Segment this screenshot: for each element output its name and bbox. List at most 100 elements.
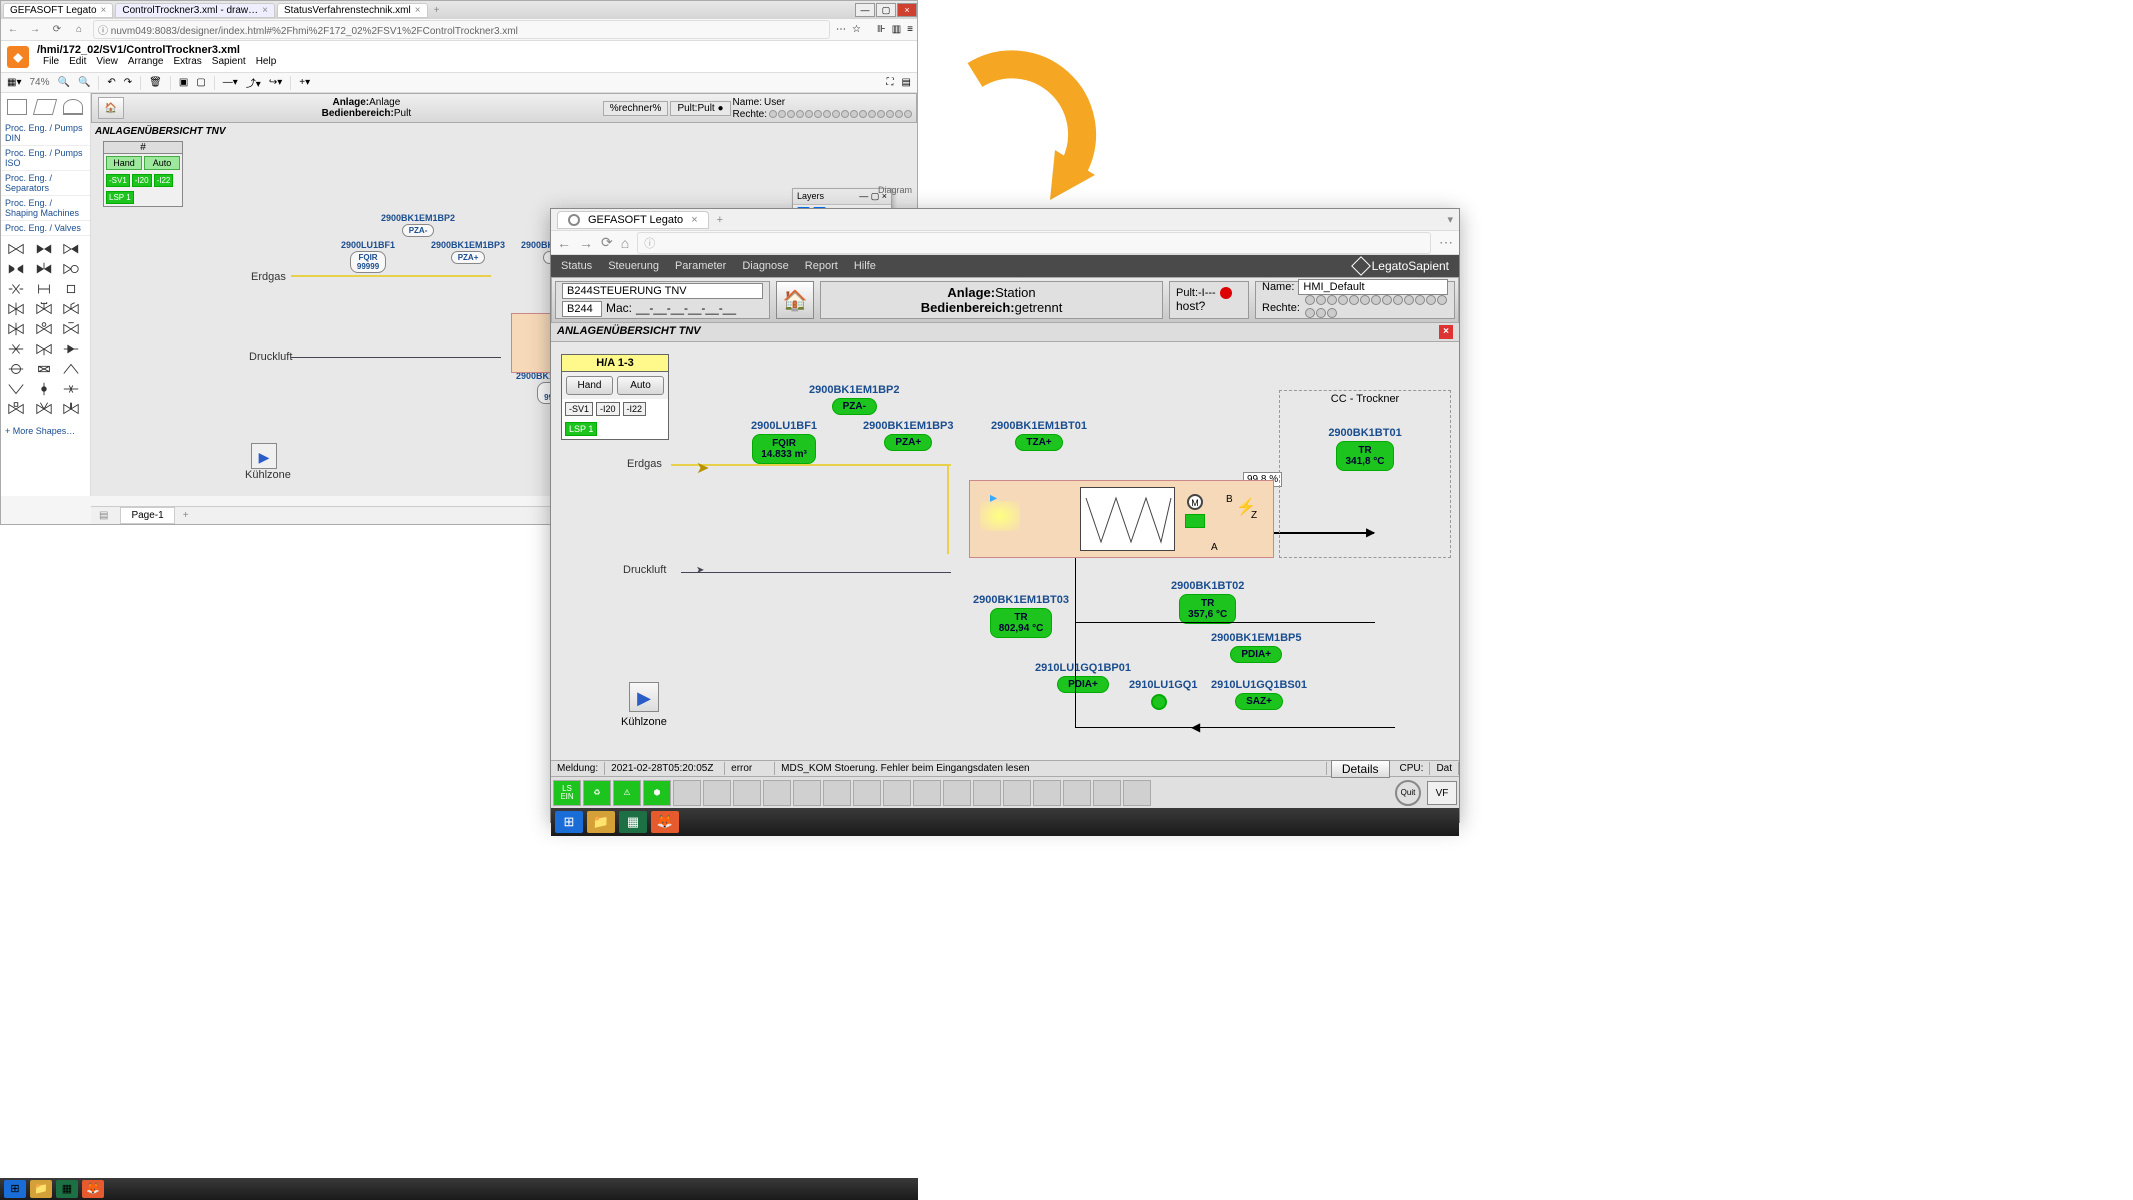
valve-icon[interactable] <box>33 320 55 338</box>
menu-help[interactable]: Help <box>256 56 277 70</box>
heat-exchanger[interactable]: ▸ <box>969 480 1274 558</box>
stencil-cat[interactable]: Proc. Eng. / Pumps DIN <box>1 121 90 146</box>
back-icon[interactable]: ▢ <box>196 77 205 88</box>
fullscreen-icon[interactable]: ⛶ <box>887 77 894 88</box>
shape-icon[interactable] <box>7 99 27 115</box>
menu-extras[interactable]: Extras <box>173 56 201 70</box>
tag-sv1[interactable]: -SV1 <box>106 174 130 187</box>
menu-diagnose[interactable]: Diagnose <box>742 260 788 272</box>
menu-steuerung[interactable]: Steuerung <box>608 260 659 272</box>
menu-edit[interactable]: Edit <box>69 56 86 70</box>
vf-icon[interactable]: VF <box>1427 781 1457 805</box>
valve-icon[interactable] <box>5 360 27 378</box>
valve-icon[interactable] <box>60 240 82 258</box>
front-icon[interactable]: ▣ <box>179 77 188 88</box>
close-icon[interactable]: × <box>262 5 268 16</box>
library-icon[interactable]: ⊪ <box>877 24 886 35</box>
tag-bp3[interactable]: 2900BK1EM1BP3PZA+ <box>863 420 954 451</box>
save-icon[interactable]: ▦▾ <box>7 77 21 88</box>
footer-slot[interactable] <box>1003 780 1031 806</box>
warning-icon[interactable]: ⚠ <box>613 780 641 806</box>
forward-icon[interactable]: → <box>27 22 43 38</box>
menu-arrange[interactable]: Arrange <box>128 56 164 70</box>
footer-slot[interactable] <box>1063 780 1091 806</box>
valve-icon[interactable] <box>33 240 55 258</box>
footer-slot[interactable] <box>973 780 1001 806</box>
footer-slot[interactable] <box>913 780 941 806</box>
home-icon[interactable]: ⌂ <box>621 235 629 251</box>
page-tab[interactable]: Page-1 <box>120 507 174 524</box>
zoom-out-icon[interactable]: 🔍 <box>57 77 69 88</box>
new-tab-button[interactable]: + <box>717 214 723 226</box>
valve-icon[interactable] <box>60 380 82 398</box>
star-icon[interactable]: ☆ <box>852 24 861 35</box>
valve-icon[interactable] <box>5 260 27 278</box>
menu-sapient[interactable]: Sapient <box>212 56 246 70</box>
zoom-value[interactable]: 74% <box>29 77 49 88</box>
menu-view[interactable]: View <box>96 56 118 70</box>
tag-bt03[interactable]: 2900BK1EM1BT03TR802,94 °C <box>973 594 1069 638</box>
hand-button[interactable]: Hand <box>566 376 613 395</box>
valve-icon[interactable] <box>33 360 55 378</box>
home-button[interactable]: 🏠 <box>776 281 814 319</box>
excel-icon[interactable]: ▦ <box>56 1180 78 1198</box>
sidebar-icon[interactable]: ▥ <box>892 24 901 35</box>
start-icon[interactable]: ⊞ <box>4 1180 26 1198</box>
footer-slot[interactable] <box>883 780 911 806</box>
tag-bp2[interactable]: 2900BK1EM1BP2PZA- <box>809 384 900 415</box>
play-button[interactable]: ▶ <box>251 443 277 469</box>
valve-icon[interactable] <box>5 240 27 258</box>
format-icon[interactable]: ▤ <box>902 77 911 88</box>
tag-gq1[interactable]: 2910LU1GQ1 <box>1129 679 1197 691</box>
footer-slot[interactable] <box>943 780 971 806</box>
menu-parameter[interactable]: Parameter <box>675 260 726 272</box>
stencil-cat[interactable]: Proc. Eng. / Shaping Machines <box>1 196 90 221</box>
footer-slot[interactable] <box>823 780 851 806</box>
tag-i20[interactable]: -I20 <box>596 402 620 416</box>
url-input[interactable]: ⓘ <box>637 232 1431 254</box>
line-icon[interactable]: —▾ <box>223 77 238 88</box>
tag-bf1[interactable]: 2900LU1BF1FQIR14.833 m³ <box>751 420 817 464</box>
valve-icon[interactable] <box>33 260 55 278</box>
valve-icon[interactable] <box>60 340 82 358</box>
tag-gq1bp01[interactable]: 2910LU1GQ1BP01PDIA+ <box>1035 662 1131 693</box>
close-button[interactable]: × <box>897 3 917 17</box>
reload-icon[interactable]: ⟳ <box>601 234 613 251</box>
explorer-icon[interactable]: 📁 <box>30 1180 52 1198</box>
footer-slot[interactable] <box>763 780 791 806</box>
valve-icon[interactable] <box>60 320 82 338</box>
tag-bp5[interactable]: 2900BK1EM1BP5PDIA+ <box>1211 632 1302 663</box>
valve-icon[interactable] <box>33 380 55 398</box>
zoom-in-icon[interactable]: 🔍 <box>78 77 90 88</box>
new-tab-button[interactable]: + <box>434 5 440 16</box>
browser-tab-1[interactable]: GEFASOFT Legato× <box>3 3 113 18</box>
menu-report[interactable]: Report <box>805 260 838 272</box>
add-page-icon[interactable]: + <box>175 510 197 521</box>
motor-assembly[interactable]: M <box>1187 494 1203 510</box>
tag-bs01[interactable]: 2910LU1GQ1BS01SAZ+ <box>1211 679 1307 710</box>
valve-icon[interactable] <box>60 260 82 278</box>
valve-icon[interactable] <box>60 300 82 318</box>
diagram-tab[interactable]: Diagram <box>878 185 912 195</box>
menu-icon[interactable]: ≡ <box>907 24 913 35</box>
maximize-button[interactable]: ▢ <box>876 3 896 17</box>
hand-button[interactable]: Hand <box>106 156 142 170</box>
tag-bp2[interactable]: 2900BK1EM1BP2PZA- <box>381 213 455 237</box>
tab-dropdown-icon[interactable]: ▾ <box>1447 213 1453 226</box>
footer-slot[interactable] <box>1093 780 1121 806</box>
tag-sv1[interactable]: -SV1 <box>565 402 593 416</box>
close-icon[interactable]: × <box>691 214 697 226</box>
tag-i22[interactable]: -I22 <box>154 174 174 187</box>
add-icon[interactable]: +▾ <box>299 77 310 88</box>
browser-tab-2[interactable]: ControlTrockner3.xml - draw…× <box>115 3 275 18</box>
valve-icon[interactable] <box>5 340 27 358</box>
stencil-cat[interactable]: Proc. Eng. / Separators <box>1 171 90 196</box>
valve-icon[interactable] <box>33 340 55 358</box>
valve-icon[interactable] <box>5 320 27 338</box>
url-input[interactable]: ⓘ nuvm049:8083/designer/index.html#%2Fhm… <box>93 20 830 39</box>
valve-state-icon[interactable] <box>1185 514 1205 528</box>
tag-bt01[interactable]: 2900BK1EM1BT01TZA+ <box>991 420 1087 451</box>
close-icon[interactable]: × <box>101 5 107 16</box>
minimize-button[interactable]: — <box>855 3 875 17</box>
valve-icon[interactable] <box>5 380 27 398</box>
